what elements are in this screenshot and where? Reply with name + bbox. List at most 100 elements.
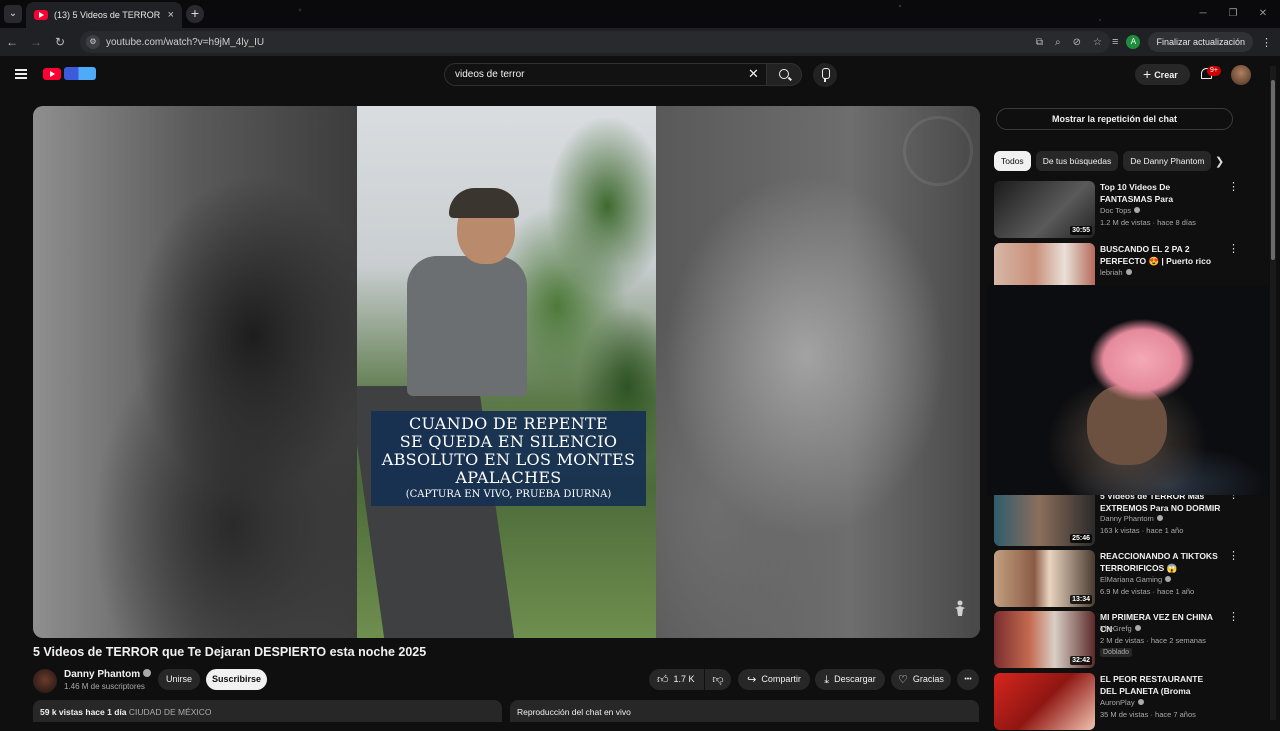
address-bar[interactable]: ⚙ youtube.com/watch?v=h9jM_4ly_IU ⧉ ⌕ ⊘ … xyxy=(80,31,1110,53)
live-chat-replay-box[interactable]: Reproducción del chat en vivo xyxy=(510,700,979,722)
channel-watermark-icon[interactable] xyxy=(903,116,973,186)
view-count: 59 k vistas xyxy=(40,707,84,717)
recommendation-channel[interactable]: ElMariana Gaming xyxy=(1100,575,1172,584)
verified-icon xyxy=(143,669,152,677)
more-options-icon[interactable]: ⋮ xyxy=(1228,243,1239,255)
browser-menu-icon[interactable]: ⋮ xyxy=(1261,36,1272,49)
thanks-button[interactable]: ♡ Gracias xyxy=(891,669,951,690)
recommendation-channel[interactable]: Doc Tops xyxy=(1100,206,1141,215)
tab-close-icon[interactable]: × xyxy=(168,9,174,21)
show-chat-replay-button[interactable]: Mostrar la repetición del chat xyxy=(996,108,1233,130)
recommendation-title[interactable]: Top 10 Videos De FANTASMAS Para ASUSTART… xyxy=(1100,181,1222,205)
more-actions-button[interactable]: ••• xyxy=(957,669,979,690)
join-button[interactable]: Unirse xyxy=(158,669,200,690)
download-button[interactable]: ⤓ Descargar xyxy=(815,669,885,690)
video-thumbnail[interactable] xyxy=(994,673,1095,730)
user-avatar[interactable] xyxy=(1231,65,1251,85)
recommendation-title[interactable]: BUSCANDO EL 2 PA 2 PERFECTO 😍 | Puerto r… xyxy=(1100,243,1222,267)
install-app-icon[interactable]: ⧉ xyxy=(1036,37,1043,48)
recommendation-meta: 2 M de vistas · hace 2 semanas xyxy=(1100,636,1206,645)
channel-name-text[interactable]: Danny Phantom xyxy=(64,669,140,680)
like-button[interactable]: 👍︎ 1.7 K xyxy=(649,669,704,690)
browser-tab-strip: ⌄ (13) 5 Videos de TERROR que Te × + ─ ❐… xyxy=(0,0,1280,28)
dubbed-badge: Doblado xyxy=(1100,648,1133,657)
channel-name[interactable]: Danny Phantom xyxy=(64,669,152,680)
chip-from-channel[interactable]: De Danny Phantom xyxy=(1123,151,1212,171)
blurred-background-left xyxy=(33,106,357,638)
subscriber-count: 1.46 M de suscriptores xyxy=(64,682,145,691)
reload-icon[interactable]: ↻ xyxy=(48,35,72,49)
search-button[interactable] xyxy=(766,63,802,86)
verified-icon xyxy=(1134,207,1141,213)
recommendation-item[interactable]: EL PEOR RESTAURANTE DEL PLANETA (Broma t… xyxy=(994,673,1234,731)
media-controls-icon[interactable]: ≡ xyxy=(1112,36,1118,48)
more-options-icon[interactable]: ⋮ xyxy=(1228,611,1239,623)
video-thumbnail[interactable]: 25:46 xyxy=(994,489,1095,546)
recommendation-channel[interactable]: lebriah xyxy=(1100,268,1132,277)
forward-icon[interactable]: → xyxy=(24,35,48,49)
video-thumbnail[interactable]: 30:55 xyxy=(994,181,1095,238)
thanks-heart-icon: ♡ xyxy=(898,674,908,686)
chip-from-searches[interactable]: De tus búsquedas xyxy=(1035,151,1119,171)
recommendation-item[interactable]: 25:46 5 Videos de TERROR Mas EXTREMOS Pa… xyxy=(994,489,1239,547)
scrollbar-thumb[interactable] xyxy=(1271,80,1275,260)
voice-search-mic-icon[interactable] xyxy=(813,63,837,87)
description-box[interactable]: 59 k vistas hace 1 día CIUDAD DE MÉXICO xyxy=(33,700,502,722)
channel-avatar[interactable] xyxy=(33,669,57,693)
recommendation-item[interactable]: 30:55 Top 10 Videos De FANTASMAS Para AS… xyxy=(994,181,1239,239)
youtube-logo-icon[interactable] xyxy=(43,68,61,80)
verified-icon xyxy=(1125,269,1132,275)
profile-avatar[interactable]: A xyxy=(1126,35,1141,49)
back-icon[interactable]: ← xyxy=(0,35,24,49)
location-tag[interactable]: CIUDAD DE MÉXICO xyxy=(129,707,212,717)
more-options-icon[interactable]: ⋮ xyxy=(1228,550,1239,562)
share-button[interactable]: ↪ Compartir xyxy=(738,669,810,690)
zoom-icon[interactable]: ⌕ xyxy=(1055,37,1061,48)
browser-tab[interactable]: (13) 5 Videos de TERROR que Te × xyxy=(26,2,182,28)
video-player[interactable]: CUANDO DE REPENTE SE QUEDA EN SILENCIO A… xyxy=(33,106,980,638)
recommendation-channel-name[interactable]: ElMariana Gaming xyxy=(1100,575,1162,584)
video-thumbnail[interactable]: 13:34 xyxy=(994,550,1095,607)
verified-icon xyxy=(1165,576,1172,582)
window-close-button[interactable]: ✕ xyxy=(1244,0,1280,28)
duration-badge: 13:34 xyxy=(1070,595,1092,604)
recommendation-channel[interactable]: AuronPlay xyxy=(1100,698,1144,707)
site-info-icon[interactable]: ⚙ xyxy=(86,35,100,49)
person-body xyxy=(407,256,527,396)
recommendation-channel-name[interactable]: AuronPlay xyxy=(1100,698,1135,707)
recommendation-channel-name[interactable]: TheGrefg xyxy=(1100,624,1132,633)
person-silhouette-icon xyxy=(955,600,965,616)
share-label: Compartir xyxy=(761,674,801,684)
recommendation-channel-name[interactable]: Danny Phantom xyxy=(1100,514,1154,523)
person-hat xyxy=(449,188,519,218)
verified-icon xyxy=(1137,699,1144,705)
clear-search-icon[interactable]: ✕ xyxy=(748,67,759,81)
recommendation-item[interactable]: 13:34 REACCIONANDO A TIKTOKS TERRORIFICO… xyxy=(994,550,1239,608)
recommendation-channel[interactable]: TheGrefg xyxy=(1100,624,1141,633)
youtube-doodle-logo[interactable] xyxy=(64,67,96,80)
thumbs-up-icon: 👍︎ xyxy=(657,674,669,686)
recommendation-channel[interactable]: Danny Phantom xyxy=(1100,514,1163,523)
search-input[interactable]: videos de terror xyxy=(444,63,766,86)
thumbs-down-icon: 👎︎ xyxy=(712,674,724,686)
tab-search-icon[interactable]: ⌄ xyxy=(4,5,22,23)
chevron-right-icon[interactable]: ❯ xyxy=(1215,155,1224,168)
update-button[interactable]: Finalizar actualización xyxy=(1148,32,1253,52)
dislike-button[interactable]: 👎︎ xyxy=(705,669,731,690)
create-button[interactable]: + Crear xyxy=(1135,64,1190,85)
video-thumbnail[interactable]: 32:42 xyxy=(994,611,1095,668)
recommendation-channel-name[interactable]: Doc Tops xyxy=(1100,206,1131,215)
tracking-protection-icon[interactable]: ⊘ xyxy=(1073,37,1081,48)
bookmark-star-icon[interactable]: ☆ xyxy=(1093,37,1102,48)
recommendation-title[interactable]: EL PEOR RESTAURANTE DEL PLANETA (Broma t… xyxy=(1100,673,1222,697)
recommendation-title[interactable]: REACCIONANDO A TIKTOKS TERRORIFICOS 😱 xyxy=(1100,550,1222,574)
video-caption-box: CUANDO DE REPENTE SE QUEDA EN SILENCIO A… xyxy=(371,411,646,506)
new-tab-button[interactable]: + xyxy=(186,5,204,23)
recommendation-channel-name[interactable]: lebriah xyxy=(1100,268,1123,277)
hamburger-menu-icon[interactable] xyxy=(15,69,27,79)
subscribe-button[interactable]: Suscribirse xyxy=(206,669,267,690)
chip-all[interactable]: Todos xyxy=(994,151,1031,171)
url-text[interactable]: youtube.com/watch?v=h9jM_4ly_IU xyxy=(106,37,264,48)
recommendation-item[interactable]: 32:42 MI PRIMERA VEZ EN CHINA CN TheGref… xyxy=(994,611,1239,669)
more-options-icon[interactable]: ⋮ xyxy=(1228,181,1239,193)
